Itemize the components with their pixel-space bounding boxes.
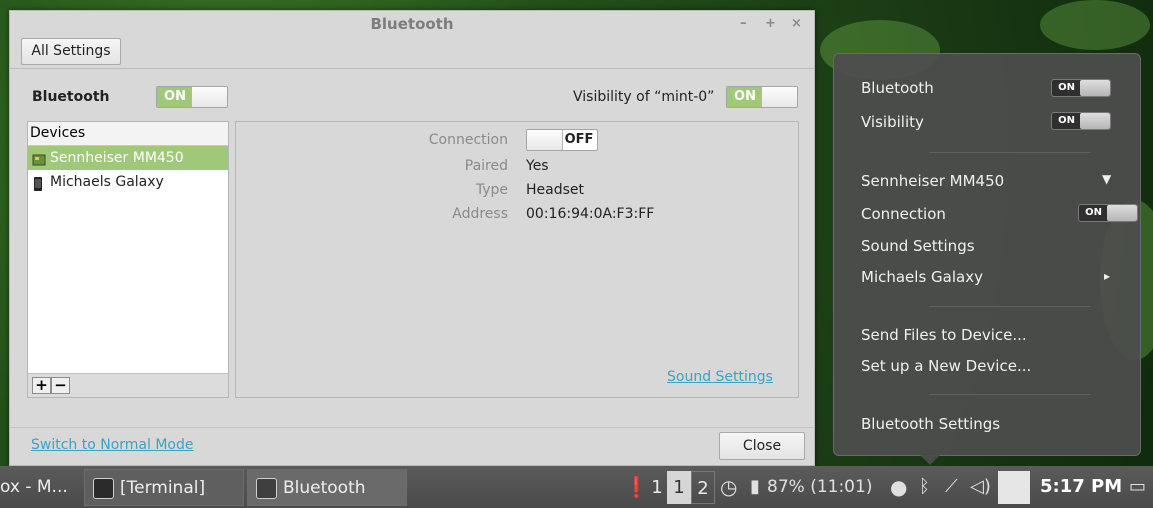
device-label: Michaels Galaxy xyxy=(50,174,164,190)
menu-separator xyxy=(929,394,1091,395)
battery-status[interactable]: 87% (11:01) xyxy=(767,466,872,508)
show-desktop-icon[interactable]: ▭ xyxy=(1129,466,1146,508)
network-icon[interactable]: ⟋ xyxy=(945,466,958,508)
workspace-2-button[interactable]: 2 xyxy=(691,471,715,504)
device-label: Sennheiser MM450 xyxy=(50,150,184,166)
type-label: Type xyxy=(475,182,508,198)
menu-separator xyxy=(929,152,1091,153)
minimize-button[interactable]: – xyxy=(740,11,747,37)
menu-send-files[interactable]: Send Files to Device... xyxy=(861,326,1027,344)
bluetooth-toggle-state: ON xyxy=(157,87,193,107)
task-partial-window[interactable]: ox - M... xyxy=(0,469,80,506)
bottom-separator xyxy=(10,427,814,428)
address-label: Address xyxy=(452,206,508,222)
window-title: Bluetooth xyxy=(370,15,454,33)
clock-icon[interactable]: ◷ xyxy=(720,466,737,508)
bluetooth-label: Bluetooth xyxy=(32,89,110,105)
battery-icon[interactable]: ▮ xyxy=(750,466,760,508)
visibility-label: Visibility of “mint-0” xyxy=(573,89,715,105)
menu-pointer xyxy=(920,455,940,465)
menu-sound-settings[interactable]: Sound Settings xyxy=(861,237,975,255)
devices-header: Devices xyxy=(28,122,228,146)
menu-visibility[interactable]: Visibility xyxy=(861,113,924,131)
address-value: 00:16:94:0A:F3:FF xyxy=(526,206,655,222)
paired-label: Paired xyxy=(464,158,508,174)
workspace-1-label[interactable]: 1 xyxy=(645,471,669,504)
toggle-knob xyxy=(1107,205,1137,221)
close-window-button[interactable]: × xyxy=(791,11,802,37)
task-label: [Terminal] xyxy=(120,478,206,498)
menu-device-sennheiser[interactable]: Sennheiser MM450 xyxy=(861,172,1004,190)
devices-toolbar: + − xyxy=(28,373,228,397)
bluetooth-icon[interactable]: ᛒ xyxy=(919,466,930,508)
visibility-toggle-state: ON xyxy=(727,87,763,107)
menu-device-galaxy[interactable]: Michaels Galaxy xyxy=(861,268,983,286)
tray-blank-slot[interactable] xyxy=(998,471,1030,504)
menu-separator xyxy=(929,306,1091,307)
connection-toggle[interactable]: OFF xyxy=(526,129,598,151)
menu-bluetooth-settings[interactable]: Bluetooth Settings xyxy=(861,415,1000,433)
bluetooth-applet-menu: Bluetooth ON Visibility ON Sennheiser MM… xyxy=(833,53,1141,456)
device-item-sennheiser[interactable]: Sennheiser MM450 xyxy=(28,146,228,170)
bluetooth-window: Bluetooth – + × All Settings Bluetooth O… xyxy=(9,10,815,466)
menu-visibility-toggle[interactable]: ON xyxy=(1051,112,1111,130)
sound-settings-link[interactable]: Sound Settings xyxy=(667,369,773,385)
menu-connection[interactable]: Connection xyxy=(861,205,946,223)
visibility-toggle[interactable]: ON xyxy=(726,86,798,108)
toggle-knob xyxy=(527,130,563,150)
switch-normal-mode-link[interactable]: Switch to Normal Mode xyxy=(31,437,194,453)
volume-icon[interactable]: ◁) xyxy=(970,466,991,508)
menu-setup-device[interactable]: Set up a New Device... xyxy=(861,357,1031,375)
connection-toggle-state: OFF xyxy=(564,132,594,147)
close-button[interactable]: Close xyxy=(719,432,805,460)
all-settings-button[interactable]: All Settings xyxy=(21,38,121,65)
task-bluetooth[interactable]: Bluetooth xyxy=(247,469,407,506)
menu-bluetooth[interactable]: Bluetooth xyxy=(861,79,934,97)
menu-connection-toggle[interactable]: ON xyxy=(1078,204,1138,222)
devices-list: Devices Sennheiser MM450 Michaels Galaxy… xyxy=(27,121,229,398)
bluetooth-toggle[interactable]: ON xyxy=(156,86,228,108)
connection-label: Connection xyxy=(428,132,508,148)
toggle-state: ON xyxy=(1058,115,1075,126)
toggle-knob xyxy=(1080,113,1110,129)
toggle-knob xyxy=(191,87,227,107)
headset-icon xyxy=(32,151,46,166)
clock-time[interactable]: 5:17 PM xyxy=(1040,466,1122,508)
device-item-galaxy[interactable]: Michaels Galaxy xyxy=(28,170,228,194)
paired-value: Yes xyxy=(526,158,549,174)
toggle-state: ON xyxy=(1058,82,1075,93)
maximize-button[interactable]: + xyxy=(765,11,776,37)
phone-icon xyxy=(32,175,44,191)
workspace-1-button[interactable]: 1 xyxy=(667,471,691,504)
bluetooth-settings-icon xyxy=(256,478,277,499)
device-details-panel: Connection OFF Paired Yes Type Headset A… xyxy=(235,121,799,398)
user-icon[interactable]: ● xyxy=(890,466,907,508)
toggle-knob xyxy=(1080,80,1110,96)
toggle-state: ON xyxy=(1085,207,1102,218)
expand-down-icon[interactable]: ▼ xyxy=(1102,172,1111,186)
task-label: Bluetooth xyxy=(283,478,366,498)
taskbar: ox - M... [Terminal] Bluetooth ❗ 1 1 2 ◷… xyxy=(0,466,1153,508)
terminal-icon xyxy=(93,478,114,499)
wallpaper-drop xyxy=(1040,0,1150,50)
toggle-knob xyxy=(761,87,797,107)
type-value: Headset xyxy=(526,182,585,198)
window-titlebar[interactable]: Bluetooth – + × xyxy=(10,11,814,37)
toolbar: All Settings xyxy=(10,37,814,69)
task-terminal[interactable]: [Terminal] xyxy=(84,469,244,506)
menu-bluetooth-toggle[interactable]: ON xyxy=(1051,79,1111,97)
expand-right-icon[interactable]: ▸ xyxy=(1104,269,1110,283)
remove-device-button[interactable]: − xyxy=(51,377,70,394)
add-device-button[interactable]: + xyxy=(32,377,51,394)
